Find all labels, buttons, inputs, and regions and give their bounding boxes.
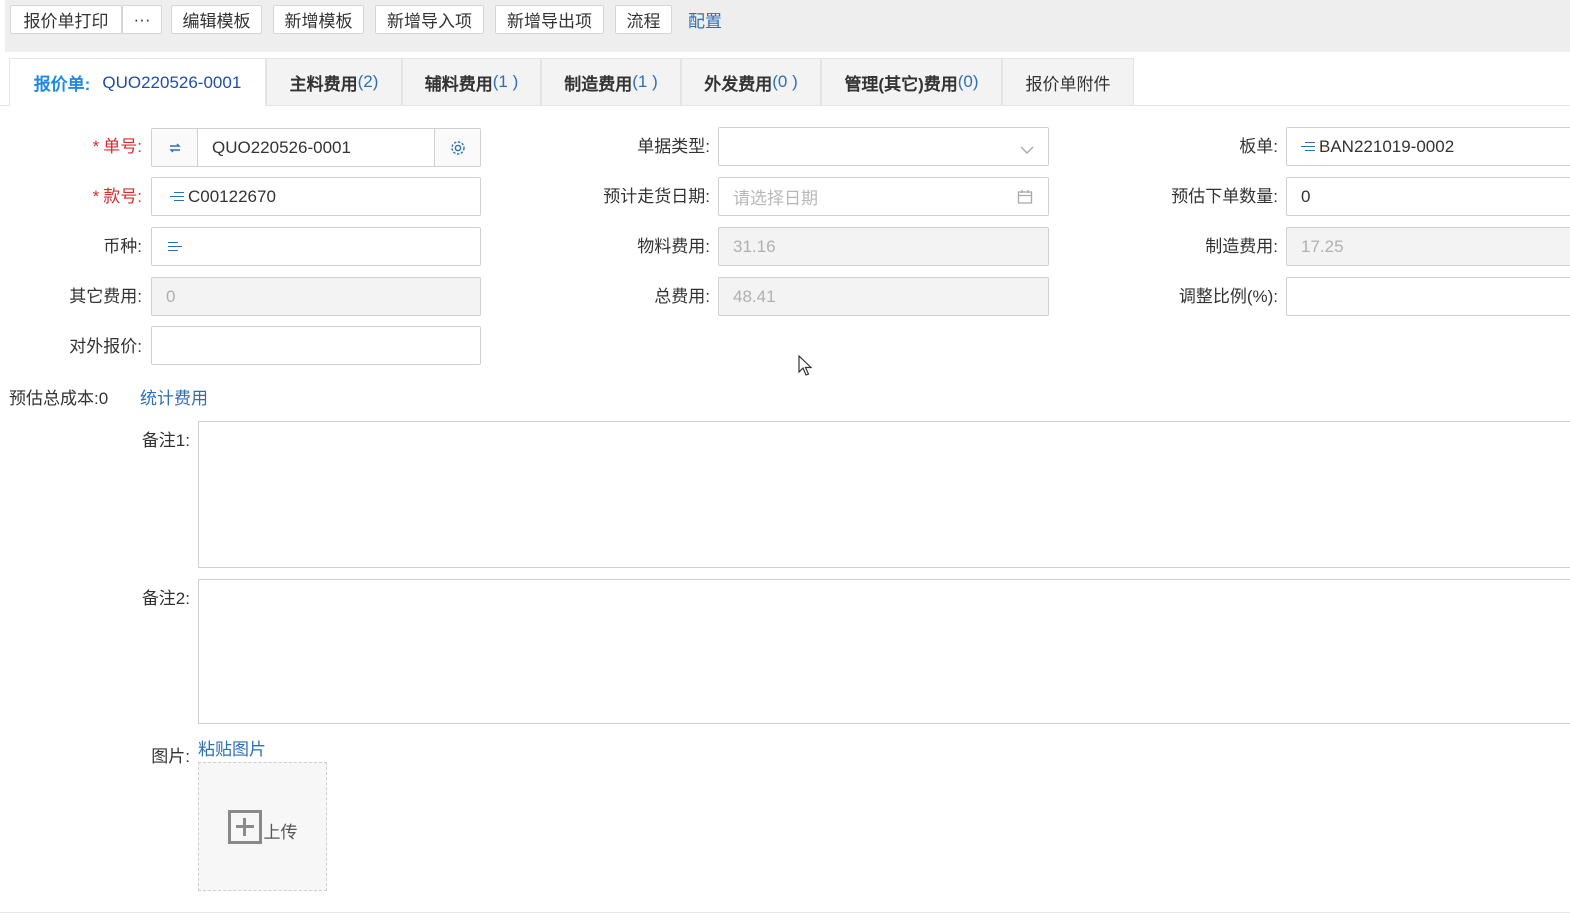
doc-type-label: 单据类型: <box>637 137 710 156</box>
order-no-value[interactable]: QUO220526-0001 <box>212 138 351 158</box>
tab-attachments[interactable]: 报价单附件 <box>1002 58 1134 105</box>
ship-date-label: 预计走货日期: <box>603 187 710 206</box>
material-cost-field: 31.16 <box>718 227 1049 266</box>
adjust-ratio-label: 调整比例(%): <box>1178 287 1278 306</box>
tab-main-material-count: (2) <box>357 72 379 91</box>
tab-aux-material-label: 辅料费用 <box>424 74 493 94</box>
tab-outsourcing-count: (0 ) <box>772 72 798 91</box>
manufacturing-cost-value: 17.25 <box>1301 236 1344 256</box>
tab-manufacturing-count: (1 ) <box>632 72 658 91</box>
tab-quote-label: 报价单: <box>33 75 91 94</box>
tab-aux-material[interactable]: 辅料费用 (1 ) <box>402 58 541 105</box>
style-no-value: C00122670 <box>188 186 276 206</box>
tab-aux-material-count: (1 ) <box>492 72 519 91</box>
upload-label: 上传 <box>263 823 298 842</box>
tab-management-count: (0) <box>957 72 979 91</box>
more-button[interactable]: ··· <box>122 5 162 34</box>
currency-label: 币种: <box>103 237 142 256</box>
total-cost-label: 总费用: <box>654 287 710 306</box>
plus-icon <box>227 809 262 844</box>
calc-cost-link[interactable]: 统计费用 <box>140 389 208 409</box>
external-quote-label: 对外报价: <box>69 337 142 356</box>
tab-attachments-label: 报价单附件 <box>1025 74 1111 94</box>
tab-quote-number: QUO220526-0001 <box>102 72 242 92</box>
tab-main-material-label: 主料费用 <box>289 74 358 94</box>
order-no-field: QUO220526-0001 <box>151 128 481 167</box>
calendar-icon <box>1017 189 1033 210</box>
image-label: 图片: <box>151 747 190 766</box>
manufacturing-cost-label: 制造费用: <box>1205 237 1278 256</box>
other-cost-value: 0 <box>166 286 176 306</box>
toolbar: 报价单打印 ··· 编辑模板 新增模板 新增导入项 新增导出项 流程 配置 <box>5 0 1570 52</box>
doc-type-select[interactable] <box>718 127 1049 166</box>
edit-template-button[interactable]: 编辑模板 <box>171 5 262 34</box>
est-order-qty-value: 0 <box>1301 186 1311 206</box>
tab-outsourcing[interactable]: 外发费用 (0 ) <box>681 58 821 105</box>
new-import-item-button[interactable]: 新增导入项 <box>375 5 484 34</box>
tab-outsourcing-label: 外发费用 <box>704 74 773 94</box>
material-cost-label: 物料费用: <box>637 237 710 256</box>
new-template-button[interactable]: 新增模板 <box>273 5 364 34</box>
style-no-field[interactable]: C00122670 <box>151 177 481 216</box>
ship-date-placeholder: 请选择日期 <box>733 189 818 208</box>
config-link[interactable]: 配置 <box>688 5 722 34</box>
tab-manufacturing[interactable]: 制造费用 (1 ) <box>541 58 681 105</box>
order-no-label: * 单号: <box>92 137 142 156</box>
remark1-label: 备注1: <box>141 431 190 450</box>
flow-button[interactable]: 流程 <box>615 5 672 34</box>
tab-management[interactable]: 管理(其它)费用 (0) <box>821 58 1002 105</box>
currency-field[interactable] <box>151 227 481 266</box>
remark2-label: 备注2: <box>141 589 190 608</box>
tab-manufacturing-label: 制造费用 <box>564 74 633 94</box>
new-export-item-button[interactable]: 新增导出项 <box>495 5 604 34</box>
total-cost-value: 48.41 <box>733 286 776 306</box>
paste-image-link[interactable]: 粘贴图片 <box>198 740 266 760</box>
chevron-down-icon <box>1020 140 1034 160</box>
est-order-qty-field[interactable]: 0 <box>1286 177 1570 216</box>
external-quote-field[interactable] <box>151 326 481 365</box>
print-quote-button[interactable]: 报价单打印 <box>10 5 122 34</box>
upload-box[interactable]: 上传 <box>198 762 327 891</box>
est-total-cost: 预估总成本:0 <box>9 389 109 408</box>
manufacturing-cost-field: 17.25 <box>1286 227 1570 266</box>
refresh-icon[interactable] <box>152 129 198 166</box>
list-icon <box>1301 141 1315 153</box>
mouse-cursor-icon <box>798 354 814 377</box>
est-order-qty-label: 预估下单数量: <box>1171 187 1278 206</box>
list-icon <box>168 241 182 253</box>
remark1-textarea[interactable] <box>198 421 1570 568</box>
adjust-ratio-field[interactable] <box>1286 277 1570 316</box>
board-field[interactable]: BAN221019-0002 <box>1286 127 1570 166</box>
list-icon <box>170 191 184 203</box>
material-cost-value: 31.16 <box>733 236 776 256</box>
tab-management-label: 管理(其它)费用 <box>844 74 958 94</box>
style-no-label: * 款号: <box>92 187 142 206</box>
tab-main-material[interactable]: 主料费用 (2) <box>266 58 402 105</box>
tab-quote[interactable]: 报价单: QUO220526-0001 <box>9 58 266 106</box>
gear-icon[interactable] <box>434 129 480 166</box>
bottom-divider <box>0 912 1570 913</box>
board-value: BAN221019-0002 <box>1319 136 1455 156</box>
ship-date-picker[interactable]: 请选择日期 <box>718 177 1049 216</box>
other-cost-label: 其它费用: <box>69 287 142 306</box>
total-cost-field: 48.41 <box>718 277 1049 316</box>
board-label: 板单: <box>1239 137 1278 156</box>
other-cost-field: 0 <box>151 277 481 316</box>
remark2-textarea[interactable] <box>198 579 1570 724</box>
